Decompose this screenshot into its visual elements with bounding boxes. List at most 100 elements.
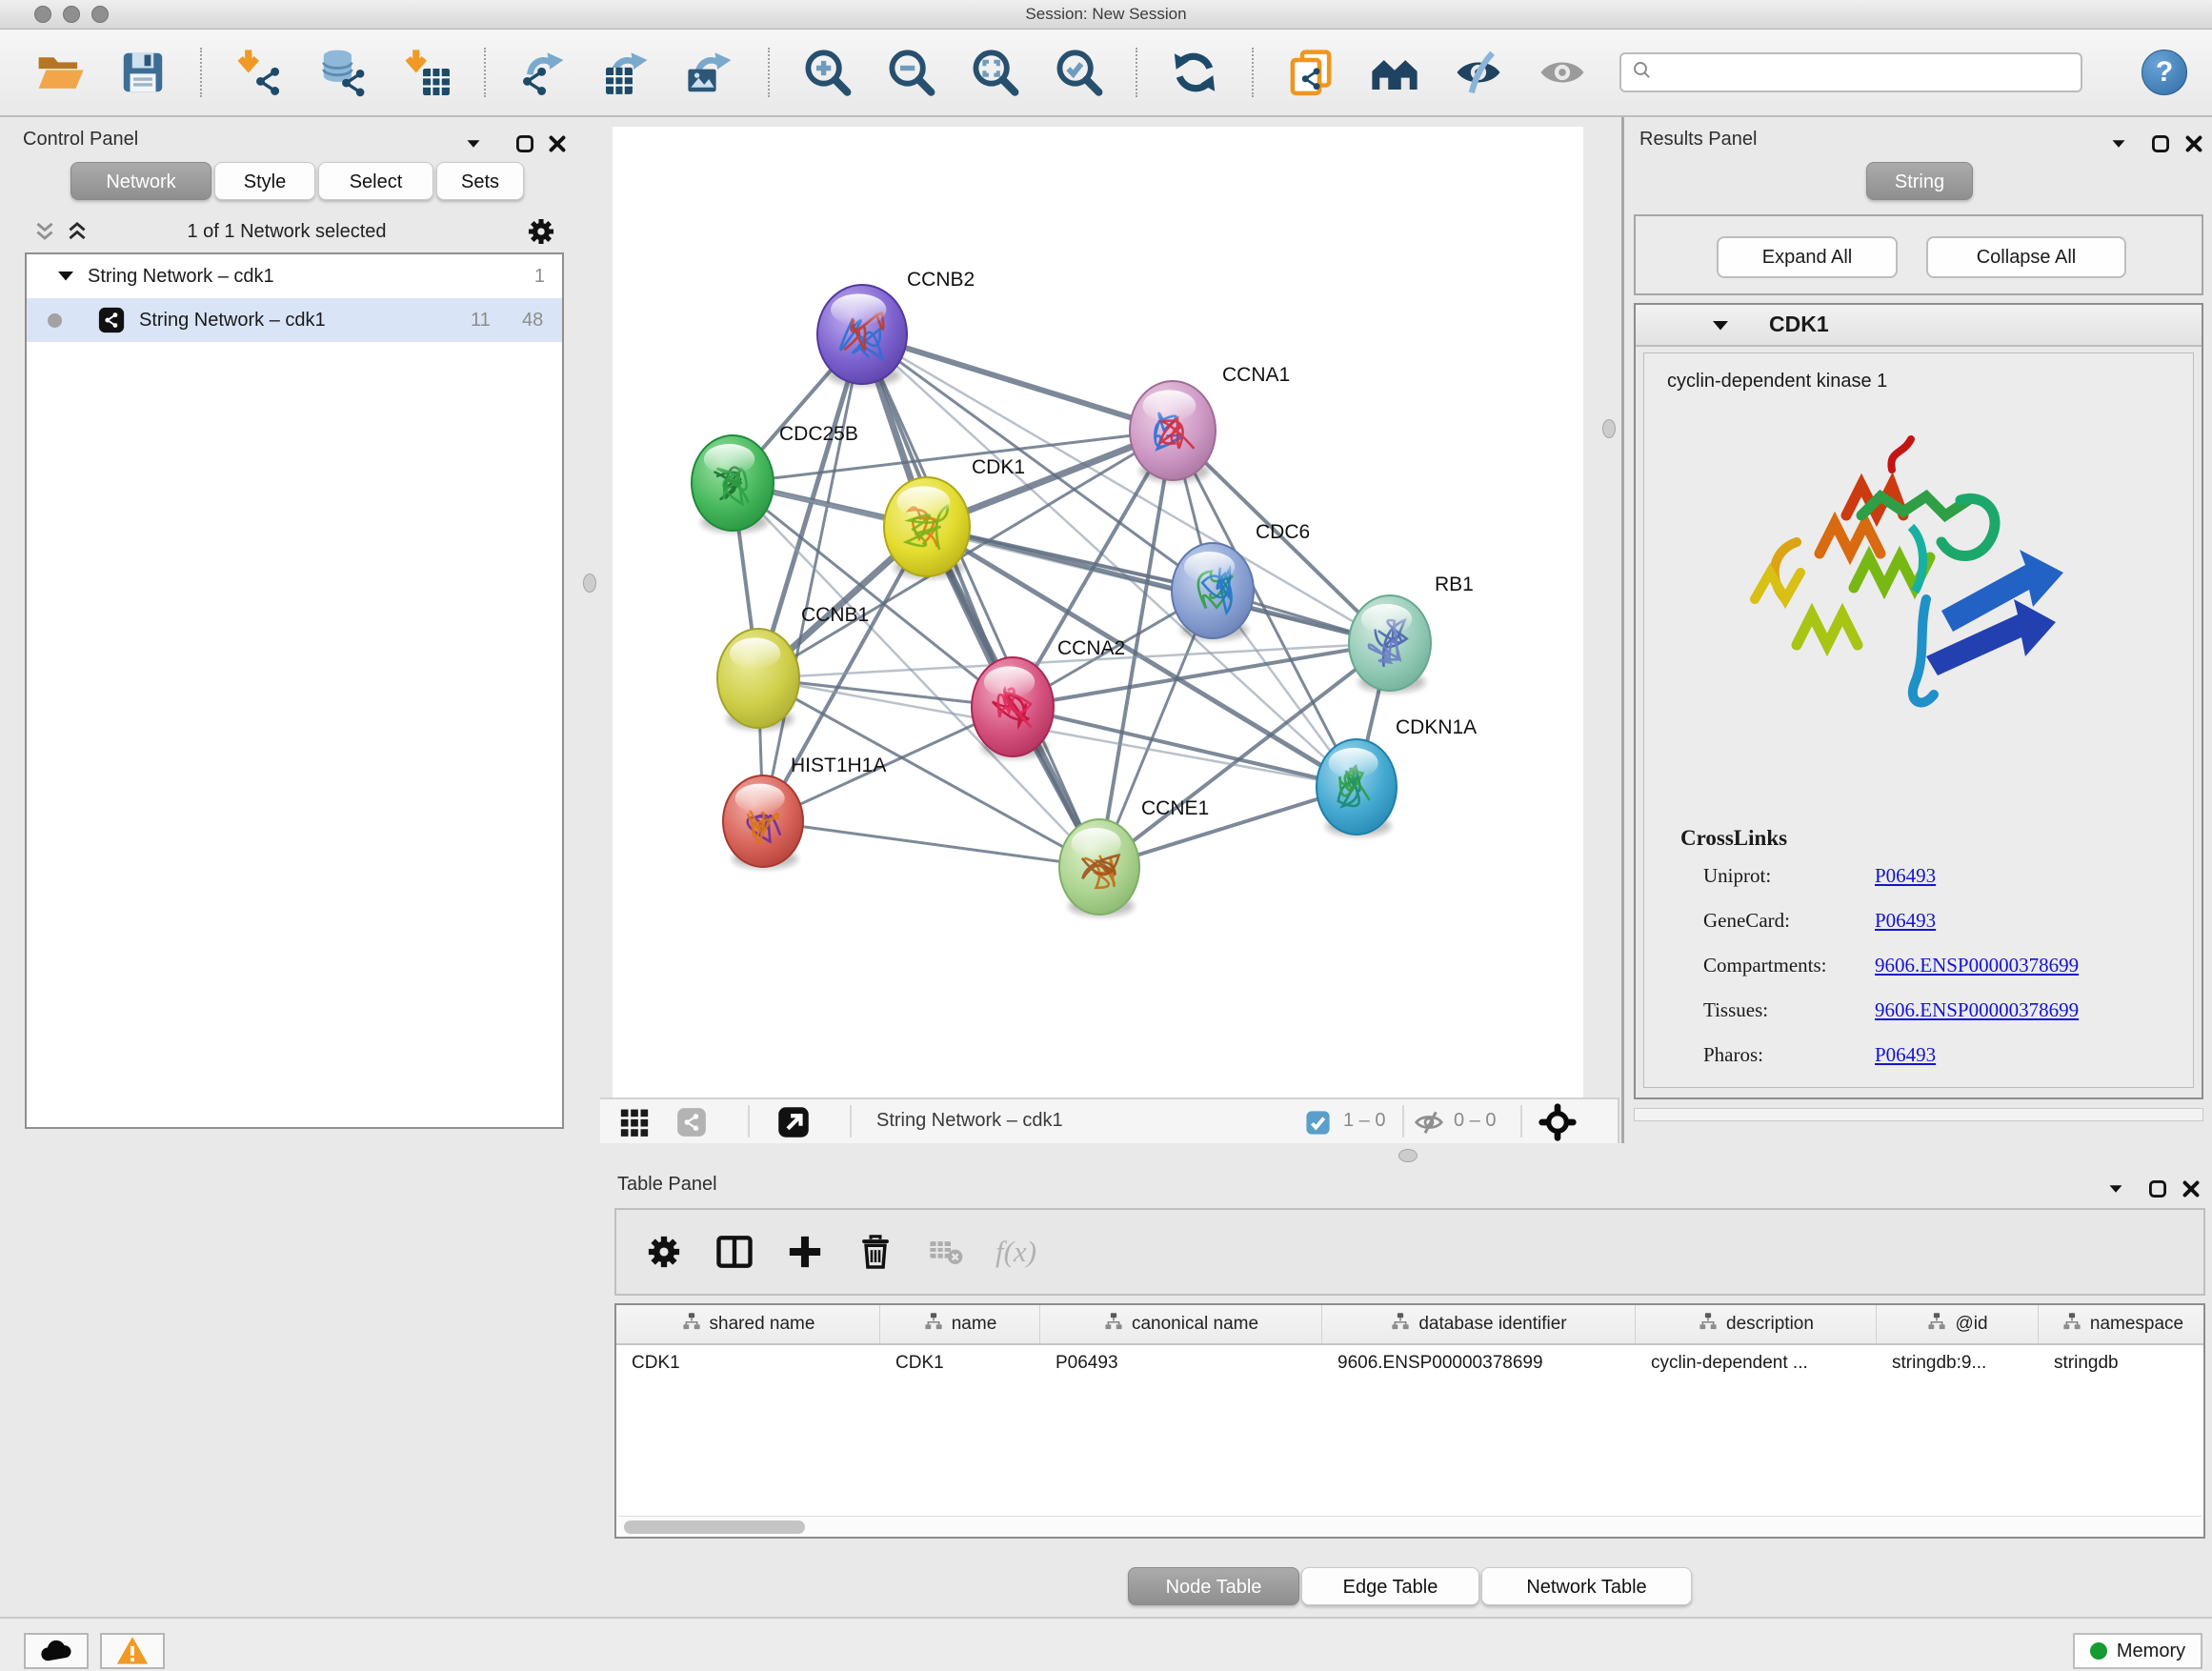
crosslink-link[interactable]: P06493 xyxy=(1875,864,1936,888)
network-node-CCNB1[interactable] xyxy=(717,629,799,730)
tab-string[interactable]: String xyxy=(1866,162,1973,200)
network-edge[interactable] xyxy=(862,334,1099,867)
network-node-CCNE1[interactable] xyxy=(1059,819,1139,916)
zoom-selected-icon[interactable] xyxy=(1052,46,1105,99)
network-node-CDKN1A[interactable] xyxy=(1317,739,1397,836)
network-options-gear-icon[interactable] xyxy=(524,214,558,249)
right-splitter-handle[interactable] xyxy=(1602,419,1616,438)
table-panel-menu-chevron-icon[interactable] xyxy=(2103,1177,2128,1201)
table-row[interactable]: CDK1CDK1P064939606.ENSP00000378699cyclin… xyxy=(616,1345,2203,1381)
hide-selected-icon[interactable] xyxy=(1452,46,1505,99)
control-panel-close-icon[interactable] xyxy=(545,131,570,156)
crosslink-link[interactable]: 9606.ENSP00000378699 xyxy=(1875,998,2079,1022)
show-all-icon[interactable] xyxy=(1536,46,1589,99)
new-network-from-selection-icon[interactable] xyxy=(1284,46,1337,99)
crosslink-link[interactable]: 9606.ENSP00000378699 xyxy=(1875,954,2079,977)
table-panel-float-icon[interactable] xyxy=(2145,1177,2170,1201)
selected-checkbox-icon[interactable] xyxy=(1303,1108,1332,1137)
table-cell[interactable]: 9606.ENSP00000378699 xyxy=(1322,1345,1636,1381)
column-header-description[interactable]: description xyxy=(1636,1305,1877,1343)
show-columns-icon[interactable] xyxy=(714,1231,755,1273)
network-node-CCNB2[interactable] xyxy=(817,285,907,386)
bottom-splitter-handle[interactable] xyxy=(1398,1149,1418,1162)
help-button[interactable]: ? xyxy=(2142,50,2187,95)
save-session-icon[interactable] xyxy=(116,46,170,99)
network-node-RB1[interactable] xyxy=(1349,595,1431,693)
control-panel-float-icon[interactable] xyxy=(513,131,537,156)
tab-style[interactable]: Style xyxy=(214,162,315,200)
tab-edge-table[interactable]: Edge Table xyxy=(1301,1567,1479,1605)
column-header-shared-name[interactable]: shared name xyxy=(616,1305,880,1343)
export-table-icon[interactable] xyxy=(600,46,654,99)
network-canvas[interactable]: CCNB2 CCNA1 CDC25B CDK1 CDC6 RB1 CCNB1 xyxy=(613,127,1583,1097)
column-header-canonical-name[interactable]: canonical name xyxy=(1040,1305,1322,1343)
table-cell[interactable]: P06493 xyxy=(1040,1345,1322,1381)
birdseye-crosshair-icon[interactable] xyxy=(1538,1102,1578,1142)
table-scrollbar[interactable] xyxy=(618,1516,2202,1538)
refresh-layout-icon[interactable] xyxy=(1168,46,1221,99)
network-node-CDC25B[interactable] xyxy=(692,435,774,533)
network-edge[interactable] xyxy=(763,821,1099,867)
toolbar-search[interactable] xyxy=(1619,52,2082,92)
column-header-name[interactable]: name xyxy=(880,1305,1040,1343)
table-cell[interactable]: CDK1 xyxy=(616,1345,880,1381)
collapse-all-button[interactable]: Collapse All xyxy=(1926,236,2126,278)
export-network-icon[interactable] xyxy=(516,46,570,99)
results-scrollbar[interactable] xyxy=(1634,1108,2203,1121)
zoom-fit-icon[interactable] xyxy=(968,46,1021,99)
network-node-CCNA1[interactable] xyxy=(1130,381,1216,482)
zoom-out-icon[interactable] xyxy=(884,46,937,99)
search-input[interactable] xyxy=(1659,61,2071,84)
column-header--id[interactable]: @id xyxy=(1877,1305,2039,1343)
table-cell[interactable]: stringdb:9... xyxy=(1877,1345,2039,1381)
network-edge[interactable] xyxy=(763,334,862,821)
cloud-button[interactable] xyxy=(24,1633,89,1669)
detach-view-icon[interactable] xyxy=(775,1104,812,1140)
table-panel-close-icon[interactable] xyxy=(2179,1177,2203,1201)
gene-collapse-triangle-icon[interactable] xyxy=(1708,313,1733,338)
gene-section-header[interactable]: CDK1 xyxy=(1636,305,2202,347)
table-cell[interactable]: stringdb xyxy=(2039,1345,2205,1381)
network-node-CCNA2[interactable] xyxy=(972,657,1054,758)
warning-button[interactable] xyxy=(100,1633,165,1669)
results-panel-menu-chevron-icon[interactable] xyxy=(2106,131,2131,156)
memory-button[interactable]: Memory xyxy=(2073,1633,2202,1669)
table-scrollbar-thumb[interactable] xyxy=(624,1520,805,1534)
open-session-icon[interactable] xyxy=(32,46,86,99)
tab-network[interactable]: Network xyxy=(70,162,211,200)
tab-node-table[interactable]: Node Table xyxy=(1128,1567,1299,1605)
import-network-from-database-icon[interactable] xyxy=(316,46,370,99)
first-neighbors-icon[interactable] xyxy=(1368,46,1421,99)
tab-sets[interactable]: Sets xyxy=(436,162,524,200)
network-graph[interactable]: CCNB2 CCNA1 CDC25B CDK1 CDC6 RB1 CCNB1 xyxy=(613,127,1583,1097)
network-thumbnail-icon[interactable] xyxy=(674,1105,709,1139)
network-node-CDC6[interactable] xyxy=(1172,543,1254,640)
control-panel-menu-chevron-icon[interactable] xyxy=(461,131,486,156)
crosslink-link[interactable]: P06493 xyxy=(1875,1043,1936,1067)
table-settings-gear-icon[interactable] xyxy=(643,1231,685,1273)
results-panel-float-icon[interactable] xyxy=(2148,131,2173,156)
delete-column-trash-icon[interactable] xyxy=(855,1231,896,1273)
crosslink-link[interactable]: P06493 xyxy=(1875,909,1936,933)
add-column-plus-icon[interactable] xyxy=(784,1231,826,1273)
expand-all-button[interactable]: Expand All xyxy=(1717,236,1898,278)
collection-expand-triangle-icon[interactable] xyxy=(53,264,78,289)
import-table-from-file-icon[interactable] xyxy=(400,46,453,99)
network-edge[interactable] xyxy=(862,334,1173,431)
table-cell[interactable]: cyclin-dependent ... xyxy=(1636,1345,1877,1381)
network-edge[interactable] xyxy=(927,527,1390,643)
network-edge[interactable] xyxy=(1013,707,1357,787)
zoom-in-icon[interactable] xyxy=(800,46,854,99)
tab-network-table[interactable]: Network Table xyxy=(1481,1567,1692,1605)
column-header-database-identifier[interactable]: database identifier xyxy=(1322,1305,1636,1343)
left-splitter-handle[interactable] xyxy=(583,574,596,593)
network-node-HIST1H1A[interactable] xyxy=(723,775,803,869)
table-cell[interactable]: CDK1 xyxy=(880,1345,1040,1381)
network-row-selected[interactable]: String Network – cdk1 11 48 xyxy=(27,298,562,342)
tab-select[interactable]: Select xyxy=(318,162,433,200)
node-table[interactable]: shared namenamecanonical namedatabase id… xyxy=(614,1303,2205,1539)
results-panel-close-icon[interactable] xyxy=(2182,131,2206,156)
network-collection-row[interactable]: String Network – cdk1 1 xyxy=(27,254,562,298)
column-header-namespace[interactable]: namespace xyxy=(2039,1305,2205,1343)
grid-view-icon[interactable] xyxy=(617,1105,652,1139)
